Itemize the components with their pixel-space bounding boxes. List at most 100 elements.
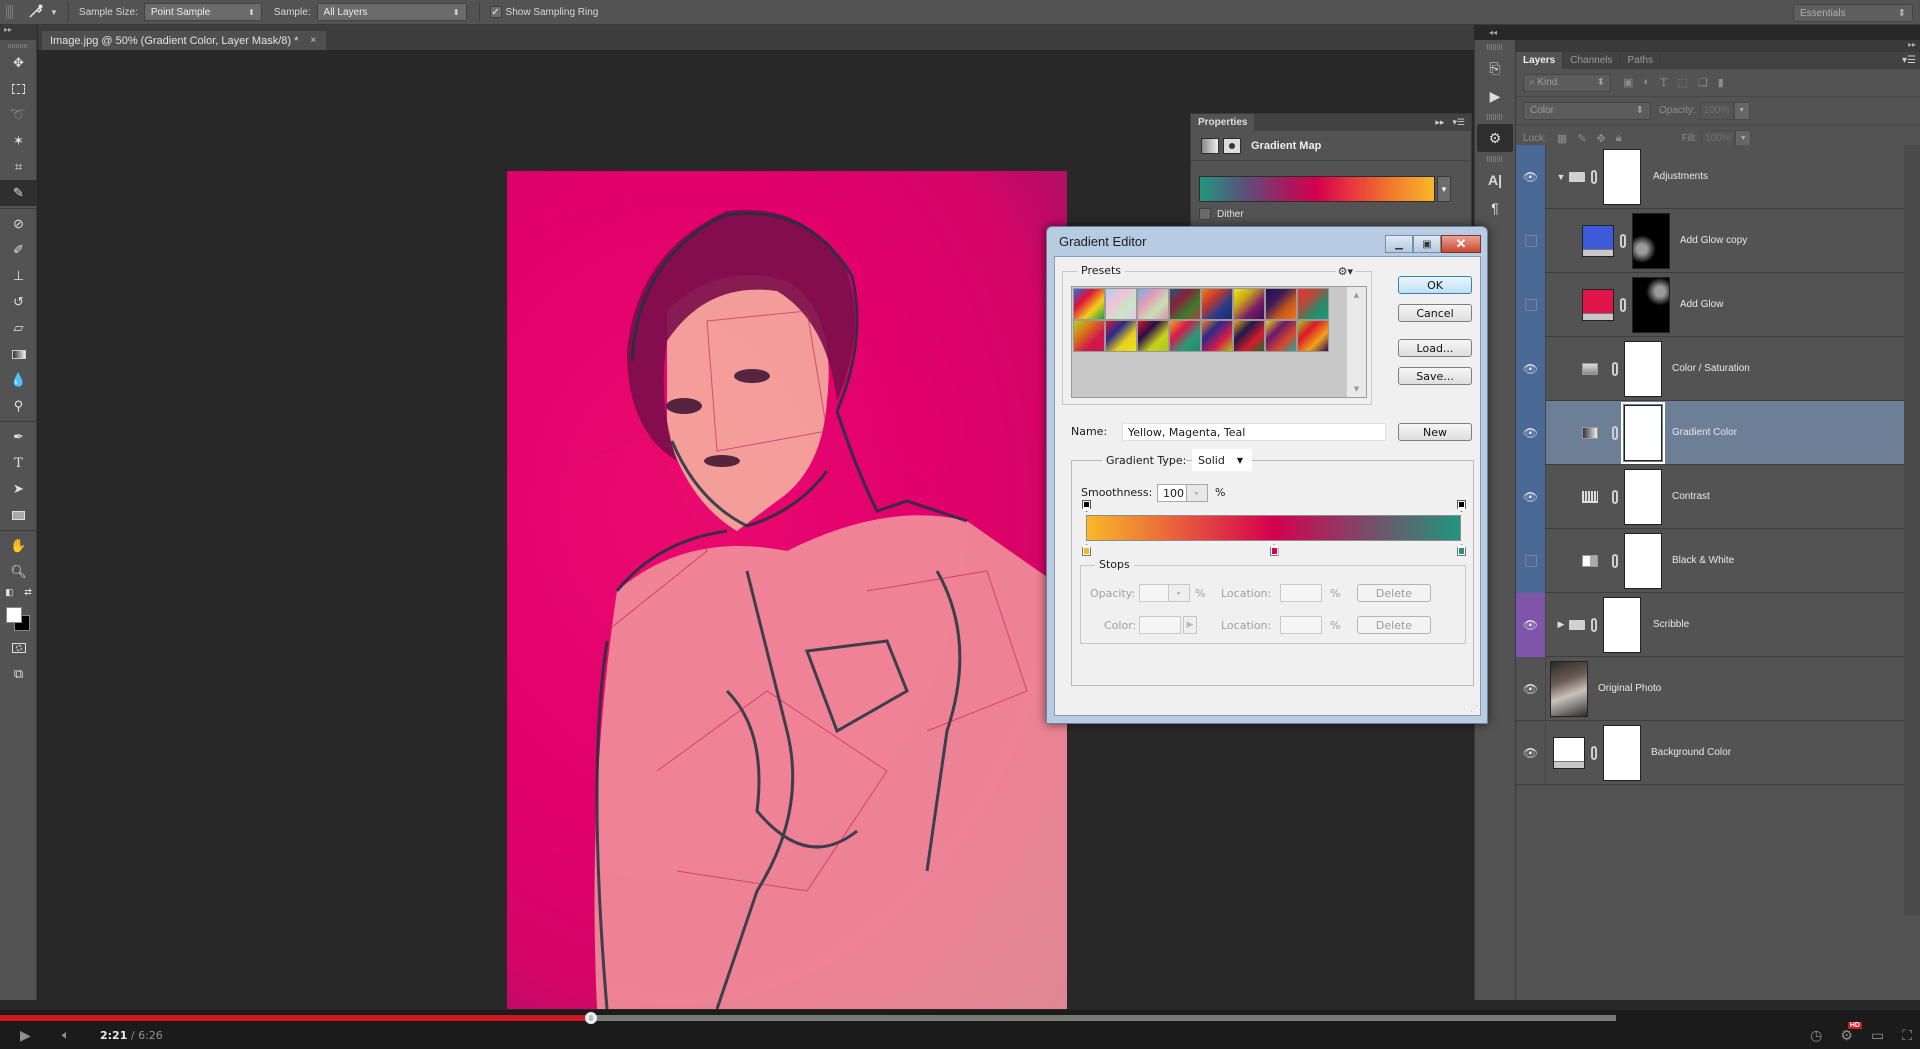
blend-mode-select[interactable]: Color ⬍ <box>1523 101 1651 120</box>
artwork-image[interactable] <box>507 171 1067 1009</box>
smoothness-input[interactable]: 100 <box>1157 484 1187 502</box>
gradient-map-preview[interactable] <box>1199 176 1435 202</box>
tab-layers[interactable]: Layers <box>1516 52 1564 69</box>
volume-icon[interactable]: 🔈︎ <box>62 1027 70 1043</box>
dither-checkbox[interactable] <box>1199 208 1211 220</box>
stop-opacity-input[interactable] <box>1139 584 1169 602</box>
presets-scrollbar[interactable]: ▲ ▼ <box>1346 287 1366 397</box>
delete-opacity-stop-button[interactable]: Delete <box>1357 584 1431 602</box>
foreground-color-swatch[interactable] <box>6 607 22 623</box>
history-panel-icon[interactable]: ⎘ <box>1475 54 1515 82</box>
crop-tool-icon[interactable]: ⌗ <box>0 154 37 180</box>
gradient-preset-swatch[interactable] <box>1137 288 1169 320</box>
maximize-button[interactable]: ▣ <box>1413 235 1441 253</box>
visibility-toggle[interactable]: 👁︎ <box>1516 464 1546 529</box>
healing-brush-tool-icon[interactable]: ⊘ <box>0 211 37 237</box>
type-tool-icon[interactable]: T <box>0 450 37 476</box>
stop-color-picker-button[interactable]: ▶ <box>1183 616 1197 634</box>
filter-type-icon[interactable]: T <box>1660 76 1667 89</box>
layer-mask-icon[interactable] <box>1223 137 1241 154</box>
gradient-preset-swatch[interactable] <box>1233 288 1265 320</box>
move-tool-icon[interactable]: ✥ <box>0 50 37 76</box>
zoom-tool-icon[interactable]: 🔍︎ <box>0 559 37 585</box>
opacity-location-input[interactable] <box>1280 584 1322 602</box>
filter-pixel-icon[interactable]: ▣ <box>1623 76 1633 89</box>
lock-transparent-icon[interactable]: ▦ <box>1557 132 1567 145</box>
gradient-preset-swatch[interactable] <box>1201 320 1233 352</box>
tab-channels[interactable]: Channels <box>1563 52 1621 69</box>
workspace-select[interactable]: Essentials ⬍ <box>1793 4 1913 22</box>
marquee-tool-icon[interactable] <box>0 76 37 102</box>
blur-tool-icon[interactable]: 💧 <box>0 367 37 393</box>
show-sampling-ring-checkbox[interactable]: ✓ <box>489 6 502 18</box>
stop-opacity-slider-button[interactable]: ▸ <box>1168 584 1190 602</box>
visibility-toggle[interactable] <box>1516 208 1546 273</box>
dock-grip[interactable] <box>1487 114 1503 120</box>
gradient-preset-swatch[interactable] <box>1265 320 1297 352</box>
gradient-preset-swatch[interactable] <box>1297 288 1329 320</box>
minimize-button[interactable]: ▁ <box>1385 235 1413 253</box>
watch-later-icon[interactable]: ◷ <box>1810 1027 1822 1044</box>
gradient-preset-swatch[interactable] <box>1137 320 1169 352</box>
layer-row-gradient-color[interactable]: 👁︎ Gradient Color <box>1516 400 1904 465</box>
gradient-picker-dropdown[interactable]: ▼ <box>1437 176 1451 202</box>
gradient-preset-swatch[interactable] <box>1105 320 1137 352</box>
color-location-input[interactable] <box>1280 616 1322 634</box>
layer-row-black-white[interactable]: Black & White <box>1516 528 1904 593</box>
gradient-preset-swatch[interactable] <box>1233 320 1265 352</box>
gradient-map-adjustment-icon[interactable] <box>1201 137 1219 154</box>
gradient-name-input[interactable]: Yellow, Magenta, Teal <box>1122 423 1386 441</box>
expand-group-icon[interactable]: ▶ <box>1556 619 1566 630</box>
layers-panel-menu-icon[interactable]: ▾☰ <box>1902 55 1916 66</box>
document-tab[interactable]: Image.jpg @ 50% (Gradient Color, Layer M… <box>42 31 327 50</box>
layer-row-color-saturation[interactable]: 👁︎ Color / Saturation <box>1516 336 1904 401</box>
sample-select[interactable]: All Layers ⬍ <box>316 3 467 21</box>
history-brush-tool-icon[interactable]: ↺ <box>0 289 37 315</box>
scroll-up-icon[interactable]: ▲ <box>1347 291 1366 299</box>
stop-color-swatch[interactable] <box>1139 616 1181 634</box>
delete-color-stop-button[interactable]: Delete <box>1357 616 1431 634</box>
visibility-toggle[interactable]: 👁︎ <box>1516 336 1546 401</box>
progress-scrubber-handle[interactable] <box>585 1012 598 1024</box>
fullscreen-icon[interactable]: ⛶ <box>1902 1027 1912 1044</box>
new-button[interactable]: New <box>1398 423 1472 441</box>
pen-tool-icon[interactable]: ✒ <box>0 424 37 450</box>
gradient-preset-swatch[interactable] <box>1297 320 1329 352</box>
sample-size-select[interactable]: Point Sample ⬍ <box>143 3 262 21</box>
toolbox-collapse-button[interactable]: ▸▸ <box>0 25 37 40</box>
cancel-button[interactable]: Cancel <box>1398 304 1472 322</box>
clone-stamp-tool-icon[interactable]: ⊥ <box>0 263 37 289</box>
tool-preset-caret-icon[interactable]: ▼ <box>50 8 58 17</box>
theater-mode-icon[interactable]: ▭ <box>1871 1027 1884 1044</box>
progress-bar[interactable] <box>0 1012 1616 1024</box>
dock-grip[interactable] <box>1487 44 1503 50</box>
character-panel-icon[interactable]: A| <box>1475 166 1515 194</box>
tab-paths[interactable]: Paths <box>1621 52 1662 69</box>
filter-toggle-icon[interactable]: ▮ <box>1718 76 1724 89</box>
filter-kind-select[interactable]: ⌕ Kind ⬍ <box>1523 73 1611 92</box>
filter-shape-icon[interactable]: ⬚ <box>1677 76 1687 89</box>
visibility-toggle[interactable] <box>1516 528 1546 593</box>
screen-mode-icon[interactable]: ⧉ <box>0 661 37 687</box>
paragraph-panel-icon[interactable]: ¶ <box>1475 194 1515 222</box>
layers-dock-collapse-icon[interactable]: ▸▸ <box>1516 40 1920 52</box>
play-button-icon[interactable]: ▶ <box>20 1027 34 1043</box>
path-selection-tool-icon[interactable]: ➤ <box>0 476 37 502</box>
dock-collapse-icon[interactable]: ◂◂ <box>1489 28 1497 40</box>
smoothness-slider-button[interactable]: ▸ <box>1186 484 1208 502</box>
layer-row-add-glow[interactable]: Add Glow <box>1516 272 1904 337</box>
close-button[interactable]: ✕ <box>1441 235 1481 253</box>
toolbox-grip[interactable] <box>8 44 28 48</box>
dodge-tool-icon[interactable]: ⚲ <box>0 393 37 419</box>
resize-grip-icon[interactable]: ⋰ <box>1470 704 1478 713</box>
gradient-preset-swatch[interactable] <box>1105 288 1137 320</box>
save-button[interactable]: Save... <box>1398 367 1472 385</box>
filter-smart-object-icon[interactable]: ❏ <box>1698 76 1708 89</box>
options-grip[interactable] <box>6 5 14 19</box>
eraser-tool-icon[interactable]: ▱ <box>0 315 37 341</box>
visibility-toggle[interactable] <box>1516 272 1546 337</box>
default-colors-icon[interactable]: ◧ <box>5 587 14 598</box>
layer-row-contrast[interactable]: 👁︎ Contrast <box>1516 464 1904 529</box>
lock-pixels-icon[interactable]: ✎ <box>1577 132 1586 145</box>
presets-gear-icon[interactable]: ⚙▾ <box>1335 265 1355 278</box>
